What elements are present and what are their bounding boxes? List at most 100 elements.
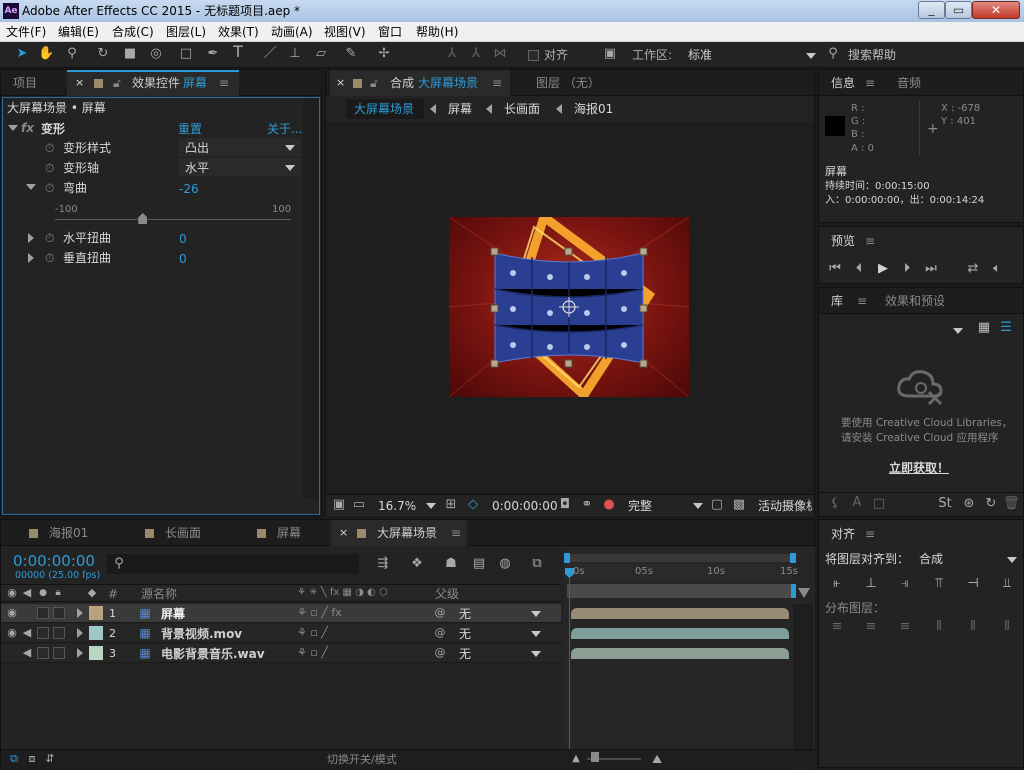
lock-toggle[interactable] xyxy=(53,647,65,659)
motion-blur-icon[interactable]: ◍ xyxy=(497,556,513,572)
axis-world-icon[interactable]: ⅄ xyxy=(468,46,484,62)
expand-h-distort-icon[interactable] xyxy=(28,233,34,243)
align-left-icon[interactable]: ⫦ xyxy=(829,576,845,592)
layer-duration-bar[interactable] xyxy=(571,608,789,619)
menu-layer[interactable]: 图层(L) xyxy=(166,25,206,39)
v-distort-value[interactable]: 0 xyxy=(179,252,187,266)
list-view-icon[interactable]: ☰ xyxy=(999,320,1013,336)
work-area-end-marker[interactable] xyxy=(791,584,796,598)
layer-row[interactable]: ◉ 1 ▦ 屏幕 ⚘ ▫ ╱ fx @ 无 xyxy=(1,604,561,623)
panel-menu-icon[interactable]: ≡ xyxy=(865,527,875,541)
lock-toggle[interactable] xyxy=(53,607,65,619)
timeline-timecode[interactable]: 0:00:00:00 xyxy=(13,552,95,570)
tab-composition[interactable]: 合成 xyxy=(390,70,414,96)
nav-comp-3[interactable]: 长画面 xyxy=(504,102,540,116)
sync-icon[interactable]: ⊛ xyxy=(961,496,977,512)
nav-comp-current[interactable]: 大屏幕场景 xyxy=(354,102,414,116)
tab-info[interactable]: 信息 xyxy=(831,70,855,96)
tab-screen[interactable]: 屏幕 xyxy=(277,520,301,546)
distribute-bottom-icon[interactable]: ≡ xyxy=(897,619,913,635)
parent-pickwhip-icon[interactable]: @ xyxy=(433,645,447,661)
distribute-top-icon[interactable]: ≡ xyxy=(829,619,845,635)
fx-icon[interactable]: fx xyxy=(21,121,34,135)
grid-view-icon[interactable]: ▦ xyxy=(977,320,991,336)
solo-toggle[interactable] xyxy=(37,647,49,659)
time-graph-scrollbar[interactable] xyxy=(793,604,813,770)
panel-menu-icon[interactable]: ≡ xyxy=(865,234,875,248)
loop-icon[interactable]: ⇄ xyxy=(965,261,981,277)
distribute-left-icon[interactable]: ⦀ xyxy=(931,619,947,635)
refresh-icon[interactable]: ↻ xyxy=(983,496,999,512)
axis-dropdown-icon[interactable] xyxy=(285,165,295,171)
tab-layer[interactable]: 图层 （无） xyxy=(536,70,600,96)
eraser-tool-icon[interactable]: ▱ xyxy=(313,46,329,62)
layer-search-input[interactable] xyxy=(107,554,359,574)
layer-name[interactable]: 电影背景音乐.wav xyxy=(161,647,265,661)
stopwatch-icon[interactable]: ⏱︎ xyxy=(45,181,54,195)
safe-area-icon[interactable]: ⊞ xyxy=(444,497,458,513)
work-area-start-handle[interactable] xyxy=(564,553,570,563)
brush-tool-icon[interactable]: ／ xyxy=(262,46,278,62)
region-of-interest-icon[interactable]: ▢ xyxy=(710,497,724,513)
audio-icon[interactable]: 🔈︎ xyxy=(989,261,1005,277)
parent-select[interactable]: 无 xyxy=(459,607,471,621)
get-now-link[interactable]: 立即获取！ xyxy=(889,461,949,475)
distribute-h-center-icon[interactable]: ⦀ xyxy=(965,619,981,635)
zoom-out-icon[interactable]: ▲ xyxy=(569,751,583,767)
transparency-grid-icon[interactable]: ▩ xyxy=(732,497,746,513)
last-frame-icon[interactable]: ⏭︎ xyxy=(923,261,939,277)
align-to-select[interactable]: 合成 xyxy=(919,552,943,566)
panel-menu-icon[interactable]: ≡ xyxy=(219,70,229,96)
play-icon[interactable]: ▶ xyxy=(875,261,891,277)
rectangle-tool-icon[interactable]: □ xyxy=(178,46,194,62)
monitor-icon[interactable]: ▭ xyxy=(352,497,366,513)
h-distort-value[interactable]: 0 xyxy=(179,232,187,246)
work-area-end-handle[interactable] xyxy=(790,553,796,563)
align-h-center-icon[interactable]: ⊥ xyxy=(863,576,879,592)
layer-label-color[interactable] xyxy=(89,606,103,620)
expand-v-distort-icon[interactable] xyxy=(28,253,34,263)
solo-toggle[interactable] xyxy=(37,607,49,619)
stopwatch-icon[interactable]: ⏱︎ xyxy=(45,141,54,155)
panel-menu-icon[interactable]: ≡ xyxy=(857,288,867,314)
add-graphic-icon[interactable]: □ xyxy=(871,496,887,512)
nav-comp-2[interactable]: 屏幕 xyxy=(448,102,472,116)
layer-name[interactable]: 屏幕 xyxy=(161,607,185,621)
lock-icon[interactable]: 🔓︎ xyxy=(370,70,378,96)
stopwatch-icon[interactable]: ⏱︎ xyxy=(45,231,54,245)
bend-slider-track[interactable] xyxy=(55,219,291,220)
axis-view-icon[interactable]: ⋈ xyxy=(492,46,508,62)
work-area-bar[interactable] xyxy=(567,554,793,562)
align-top-icon[interactable]: ⫪ xyxy=(931,576,947,592)
layer-label-color[interactable] xyxy=(89,646,103,660)
in-out-icon[interactable]: ⇵ xyxy=(43,751,57,767)
panel-menu-icon[interactable]: ≡ xyxy=(492,70,502,96)
tab-poster01[interactable]: 海报01 xyxy=(49,520,88,546)
style-dropdown-icon[interactable] xyxy=(285,145,295,151)
playhead-line[interactable] xyxy=(569,578,570,769)
first-frame-icon[interactable]: ⏮︎ xyxy=(827,261,843,277)
search-help-input[interactable]: 搜索帮助 xyxy=(848,48,896,62)
expand-layer-icon[interactable] xyxy=(77,608,83,618)
panel-menu-icon[interactable]: ≡ xyxy=(451,520,461,546)
align-right-icon[interactable]: ⫣ xyxy=(897,576,913,592)
type-tool-icon[interactable]: T xyxy=(230,44,246,60)
menu-file[interactable]: 文件(F) xyxy=(6,25,46,39)
layer-switches[interactable]: ⚘ ▫ ╱ xyxy=(297,626,328,640)
menu-composition[interactable]: 合成(C) xyxy=(112,25,154,39)
zoom-value[interactable]: 16.7% xyxy=(378,499,416,513)
camera-view-select[interactable]: 活动摄像机 xyxy=(758,499,812,513)
roto-brush-tool-icon[interactable]: ✎ xyxy=(343,46,359,62)
audio-icon[interactable]: ◀ xyxy=(20,645,34,661)
tab-library[interactable]: 库 xyxy=(831,288,843,314)
next-frame-icon[interactable]: ⏵︎ xyxy=(899,261,915,277)
pan-behind-tool-icon[interactable]: ◎ xyxy=(148,46,164,62)
parent-pickwhip-icon[interactable]: @ xyxy=(433,605,447,621)
parent-dropdown-icon[interactable] xyxy=(531,651,541,657)
prev-frame-icon[interactable]: ⏴︎ xyxy=(851,261,867,277)
layer-label-color[interactable] xyxy=(89,626,103,640)
maximize-button[interactable]: ▭ xyxy=(945,1,972,19)
bend-value[interactable]: -26 xyxy=(179,182,199,196)
layer-row[interactable]: ◀ 3 ▦ 电影背景音乐.wav ⚘ ▫ ╱ @ 无 xyxy=(1,644,561,663)
close-tab-icon[interactable]: × xyxy=(336,70,345,96)
